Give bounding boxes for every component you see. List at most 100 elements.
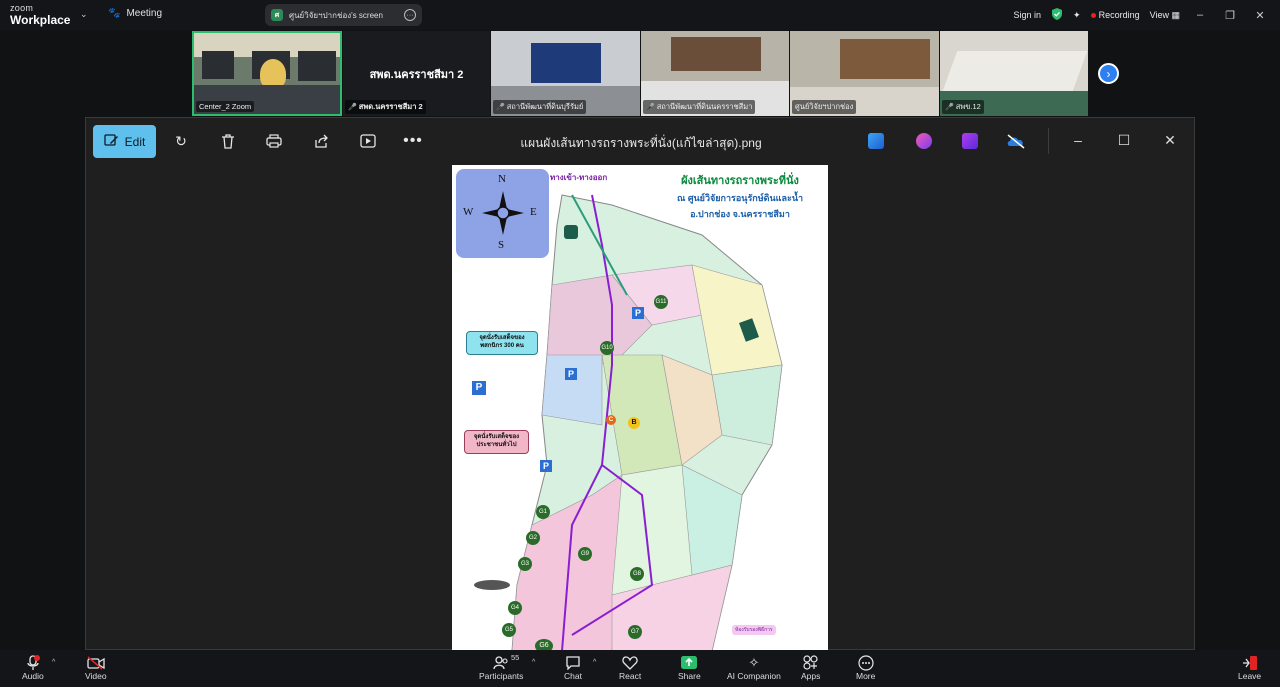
participant-name-tag: 🎤 สถานีพัฒนาที่ดินบุรีรัมย์ [493, 100, 587, 114]
participant-display-name: สพด.นครราชสีมา 2 [369, 68, 464, 81]
chevron-down-icon[interactable]: ⌄ [80, 9, 88, 20]
clipchamp-app-icon[interactable] [916, 133, 932, 149]
view-menu[interactable]: View ▦ [1150, 10, 1180, 21]
participants-count: 55 [511, 653, 520, 662]
apps-button[interactable]: Apps [801, 654, 820, 681]
audio-button[interactable]: Audio [22, 654, 44, 681]
logo-line-1: zoom [10, 3, 34, 13]
leave-icon [1242, 654, 1258, 671]
photos-viewer-window: Edit ↻ ••• แผนผังเส้นทางรถรางพระที่นั่ง(… [85, 117, 1195, 651]
sign-in-link[interactable]: Sign in [1014, 10, 1042, 20]
chat-options-caret-icon[interactable]: ^ [593, 659, 596, 666]
parking-icon: P [565, 368, 577, 380]
video-button[interactable]: Video [85, 654, 107, 681]
participants-options-caret-icon[interactable]: ^ [532, 659, 535, 666]
parking-icon: P [540, 460, 552, 472]
audio-label: Audio [22, 671, 44, 681]
participant-name-tag: ศูนย์วิจัยฯปากช่อง [792, 100, 857, 114]
map-title-line-3: อ.ปากช่อง จ.นครราชสีมา [690, 209, 790, 219]
parking-icon: P [632, 307, 644, 319]
more-options-icon[interactable]: ••• [403, 132, 422, 150]
meeting-label: Meeting [126, 8, 163, 19]
share-screen-button[interactable]: Share [678, 654, 701, 681]
participant-name-tag: 🎤 สถานีพัฒนาที่ดินนครราชสีมา [643, 100, 756, 114]
rotate-icon[interactable]: ↻ [172, 132, 190, 150]
zone-marker: G2 [526, 531, 540, 545]
more-button[interactable]: More [856, 654, 875, 681]
chat-button[interactable]: Chat [564, 654, 582, 681]
zone-marker: G1 [536, 505, 550, 519]
map-title-line-2: ณ ศูนย์วิจัยการอนุรักษ์ดินและน้ำ [676, 193, 804, 203]
minimize-icon[interactable]: – [1190, 9, 1210, 21]
mic-muted-icon: 🎤 [348, 104, 357, 111]
participant-name: สถานีพัฒนาที่ดินนครราชสีมา [656, 102, 753, 111]
sharer-avatar-icon: ศ [271, 9, 283, 21]
react-button[interactable]: React [619, 654, 641, 681]
participant-name: สถานีพัฒนาที่ดินบุรีรัมย์ [506, 102, 584, 111]
more-options-icon[interactable]: ··· [404, 9, 416, 21]
zone-marker: G10 [600, 341, 614, 355]
next-page-arrow-icon[interactable]: › [1098, 63, 1119, 84]
recording-label: Recording [1098, 10, 1140, 20]
backdrop-banner-shape [531, 43, 601, 83]
monitor-shape [298, 51, 336, 81]
zone-marker: G7 [628, 625, 642, 639]
participant-tile[interactable]: 🎤 สถานีพัฒนาที่ดินนครราชสีมา [641, 31, 789, 116]
chat-label: Chat [564, 671, 582, 681]
print-icon[interactable] [265, 132, 283, 150]
compass-e: E [530, 206, 537, 218]
onedrive-off-icon[interactable] [1006, 133, 1026, 149]
audio-options-caret-icon[interactable]: ^ [52, 659, 55, 666]
chat-icon [565, 654, 581, 671]
share-screen-icon [681, 654, 698, 671]
close-icon[interactable]: ✕ [1160, 132, 1180, 149]
participant-tile[interactable]: 🎤 สพข.12 [940, 31, 1088, 116]
viewer-toolbar: Edit ↻ ••• แผนผังเส้นทางรถรางพระที่นั่ง(… [86, 118, 1194, 164]
view-label: View [1149, 9, 1169, 20]
video-editor-app-icon[interactable] [962, 133, 978, 149]
callout-seating-300: จุดนั่งรับเสด็จของ พสกนิกร 300 คน [466, 331, 538, 355]
participant-name: ศูนย์วิจัยฯปากช่อง [795, 102, 854, 111]
shown-map-image: N S E W ทางเข้า-ทางออก ผังเส้นทางรถรางพร… [452, 165, 828, 651]
ai-companion-label: AI Companion [727, 671, 781, 681]
compass-star-icon [482, 191, 524, 235]
ai-companion-button[interactable]: ✧ AI Companion [727, 654, 781, 682]
participant-tile[interactable]: 🎤 สถานีพัฒนาที่ดินบุรีรัมย์ [491, 31, 640, 116]
share-label: Share [678, 671, 701, 681]
participants-label: Participants [479, 671, 524, 681]
delete-icon[interactable] [219, 132, 237, 150]
edit-image-icon [104, 133, 119, 151]
participant-tile[interactable]: สพด.นครราชสีมา 2 🎤 สพด.นครราชสีมา 2 [343, 31, 490, 116]
share-icon[interactable] [312, 132, 330, 150]
participant-name: สพด.นครราชสีมา 2 [358, 102, 423, 111]
shield-check-icon[interactable] [1051, 8, 1063, 22]
close-icon[interactable]: ✕ [1250, 9, 1270, 22]
leave-label: Leave [1238, 671, 1262, 681]
apps-label: Apps [801, 671, 821, 681]
meeting-controls-bar: Audio ^ Video Participants 55 ^ Chat ^ R… [0, 650, 1280, 687]
zoom-workplace-logo: zoom Workplace [10, 3, 70, 27]
leave-button[interactable]: Leave [1238, 654, 1261, 681]
slideshow-icon[interactable] [359, 132, 377, 150]
restore-icon[interactable]: ❐ [1220, 9, 1240, 22]
ai-sparkle-icon: ✧ [748, 654, 760, 670]
map-title: ผังเส้นทางรถรางพระที่นั่ง ณ ศูนย์วิจัยกา… [652, 171, 828, 221]
mic-muted-icon: 🎤 [496, 104, 505, 111]
compass-w: W [463, 206, 474, 218]
edit-button[interactable]: Edit [93, 125, 156, 158]
recording-indicator[interactable]: Recording [1090, 10, 1140, 20]
apps-icon [803, 654, 818, 671]
screen-share-indicator[interactable]: ศ ศูนย์วิจัยฯปากช่อง's screen ··· [265, 4, 422, 26]
participant-tile[interactable]: Center_2 Zoom [192, 31, 342, 116]
zone-marker: G8 [630, 567, 644, 581]
meeting-menu-button[interactable]: 🐾 Meeting [108, 8, 162, 19]
participant-tile[interactable]: ศูนย์วิจัยฯปากช่อง [790, 31, 939, 116]
maximize-icon[interactable]: ☐ [1114, 132, 1134, 149]
zone-marker: G11 [654, 295, 668, 309]
photo-editor-app-icon[interactable] [868, 133, 884, 149]
ai-sparkle-icon[interactable]: ✦ [1073, 10, 1081, 21]
video-label: Video [85, 671, 107, 681]
minimize-icon[interactable]: – [1068, 132, 1088, 148]
react-label: React [619, 671, 642, 681]
image-file-title: แผนผังเส้นทางรถรางพระที่นั่ง(แก้ไขล่าสุด… [520, 136, 762, 150]
